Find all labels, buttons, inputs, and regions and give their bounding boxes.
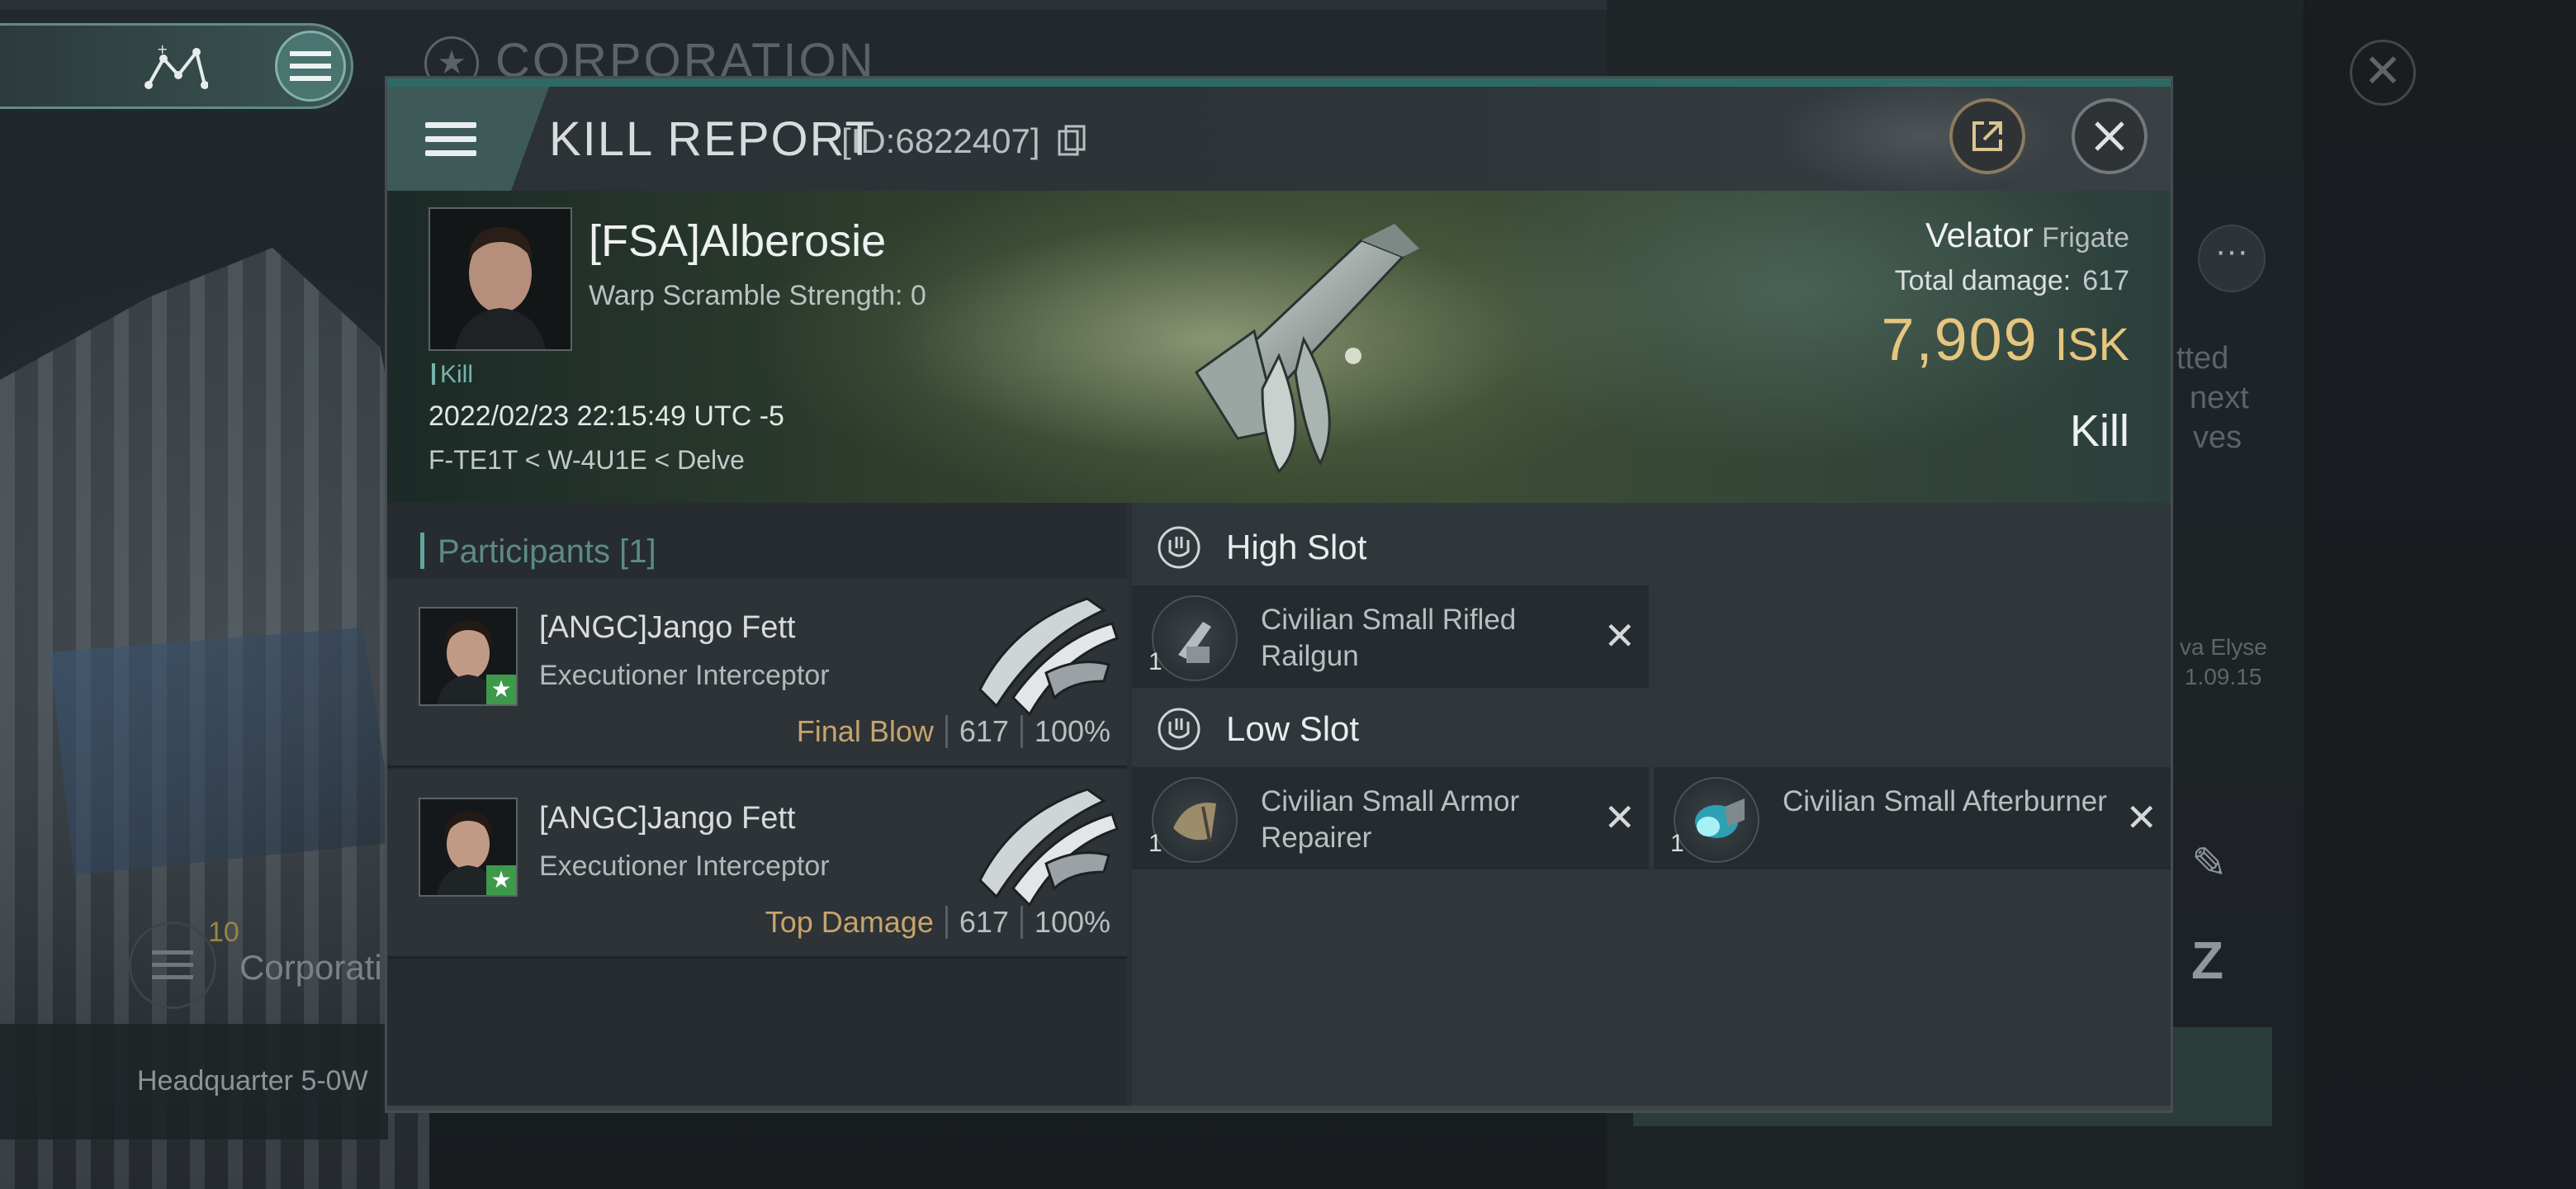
participant-damage: 617 [959,714,1009,748]
participant-role: Final Blow [796,714,934,748]
victim-ship[interactable]: Velator Frigate [1925,216,2129,255]
armor-repairer-icon [1152,777,1238,863]
isk-unit: ISK [2054,318,2129,370]
background-name-fragment: va Elyse [2180,634,2267,660]
participant-ship: Executioner Interceptor [539,850,830,882]
kill-report-id: [ID:6822407] [841,121,1040,160]
high-slot-title: High Slot [1226,528,1367,566]
module-item[interactable]: 1 Civilian Small Rifled Railgun ✕ [1132,585,1649,688]
corporation-label: Corporati [239,948,382,987]
victim-portrait[interactable] [429,207,572,351]
slot-shield-icon [1158,526,1200,569]
high-slot-header: High Slot [1157,523,1366,572]
participant-row[interactable]: ★ [ANGC]Jango Fett Executioner Intercept… [387,579,1127,768]
participant-role: Top Damage [765,905,934,939]
participant-ship-image [978,788,1119,907]
participants-pane: Participants [1] ★ [ANGC]Jango Fett Exec… [387,503,1127,1111]
kill-report-title: KILL REPORT [549,112,876,166]
participant-stats: Final Blow 617 100% [797,714,1110,749]
share-button[interactable] [1949,98,2025,174]
participant-avatar[interactable]: ★ [419,607,518,706]
background-date-fragment: 1.09.15 [2185,664,2262,689]
participants-header[interactable]: Participants [1] [420,533,656,571]
kill-location[interactable]: F-TE1T < W-4U1E < Delve [429,445,745,476]
module-quantity: 1 [1148,648,1163,675]
module-name: Civilian Small Afterburner [1783,785,2107,817]
star-badge-icon: ★ [486,675,516,704]
remove-x-icon[interactable]: ✕ [1603,613,1636,658]
svg-text:+: + [157,44,168,57]
kill-datetime: 2022/02/23 22:15:49 UTC -5 [429,400,784,432]
participant-percent: 100% [1034,714,1110,748]
total-damage-value: 617 [2082,265,2129,296]
star-badge-icon: ★ [486,865,516,895]
participant-percent: 100% [1034,905,1110,939]
fitting-slots-pane: High Slot 1 Civilian Small Rifled Railgu… [1132,503,2171,1111]
divider [945,715,948,748]
low-slot-title: Low Slot [1226,709,1360,748]
module-quantity: 1 [1148,830,1163,857]
sleep-settings-icon[interactable]: Z [2191,930,2249,990]
kill-tag: Kill [432,361,473,389]
warp-scramble-strength: Warp Scramble Strength: 0 [589,280,926,311]
background-text-fragment: tted [2176,341,2229,376]
total-damage: Total damage: 617 [1895,265,2129,297]
participant-avatar[interactable]: ★ [419,798,518,897]
nav-menu-button[interactable] [275,31,346,102]
module-item[interactable]: 1 Civilian Small Armor Repairer ✕ [1132,767,1649,869]
hamburger-menu-icon [152,950,193,979]
isk-value-line: 7,909 ISK [1882,306,2129,374]
corporation-count: 10 [208,917,239,948]
copy-icon[interactable] [1058,125,1086,158]
module-name: Civilian Small Armor Repairer [1261,785,1520,854]
participant-stats: Top Damage 617 100% [765,905,1110,940]
background-text-fragment: ves [2193,420,2242,455]
ship-class: Frigate [2042,222,2129,253]
remove-x-icon[interactable]: ✕ [1603,795,1636,840]
remove-x-icon[interactable]: ✕ [2125,795,2157,840]
divider [945,906,948,939]
module-item[interactable]: 1 Civilian Small Afterburner ✕ [1654,767,2171,869]
headquarter-label: Headquarter 5-0W [137,1065,368,1097]
kill-result-label: Kill [2069,406,2129,456]
edit-icon[interactable]: ✎ [2191,839,2241,888]
header-decoration [1774,78,2072,194]
module-quantity: 1 [1670,830,1684,857]
close-button[interactable] [2072,98,2147,174]
low-slot-header: Low Slot [1157,704,1359,754]
close-icon [2095,121,2124,151]
participant-ship-image [978,597,1119,716]
total-damage-label: Total damage: [1894,265,2072,296]
victim-banner: [FSA]Alberosie Warp Scramble Strength: 0… [387,191,2171,503]
participant-ship: Executioner Interceptor [539,660,830,691]
map-network-icon[interactable]: + [142,44,208,93]
railgun-icon [1152,595,1238,681]
participant-damage: 617 [959,905,1009,939]
kill-report-window: KILL REPORT [ID:6822407] [FSA]Alberosie … [385,76,2173,1113]
background-close-icon[interactable]: ✕ [2350,40,2416,106]
ship-name: Velator [1925,216,2034,254]
corporation-menu-button[interactable] [129,921,216,1009]
more-options-button[interactable]: ··· [2198,225,2266,292]
slot-shield-icon [1158,708,1200,751]
divider [1020,906,1023,939]
participant-name[interactable]: [ANGC]Jango Fett [539,610,795,646]
window-bottom-edge [387,1106,2171,1111]
background-side-panel [2304,0,2576,1189]
afterburner-icon [1674,777,1759,863]
background-station-panel [50,628,396,875]
participant-row[interactable]: ★ [ANGC]Jango Fett Executioner Intercept… [387,770,1127,959]
divider [1020,715,1023,748]
victim-name[interactable]: [FSA]Alberosie [589,216,886,267]
pilot-portrait-image [430,209,571,349]
victim-ship-image [1194,224,1419,474]
hamburger-menu-icon [425,114,476,164]
isk-value: 7,909 [1881,307,2039,373]
background-text-fragment: next [2190,381,2249,415]
module-name: Civilian Small Rifled Railgun [1261,604,1517,672]
participant-name[interactable]: [ANGC]Jango Fett [539,801,795,836]
share-external-icon [1972,121,2002,151]
nav-pill[interactable]: + [0,23,353,109]
hamburger-menu-icon [290,51,331,81]
